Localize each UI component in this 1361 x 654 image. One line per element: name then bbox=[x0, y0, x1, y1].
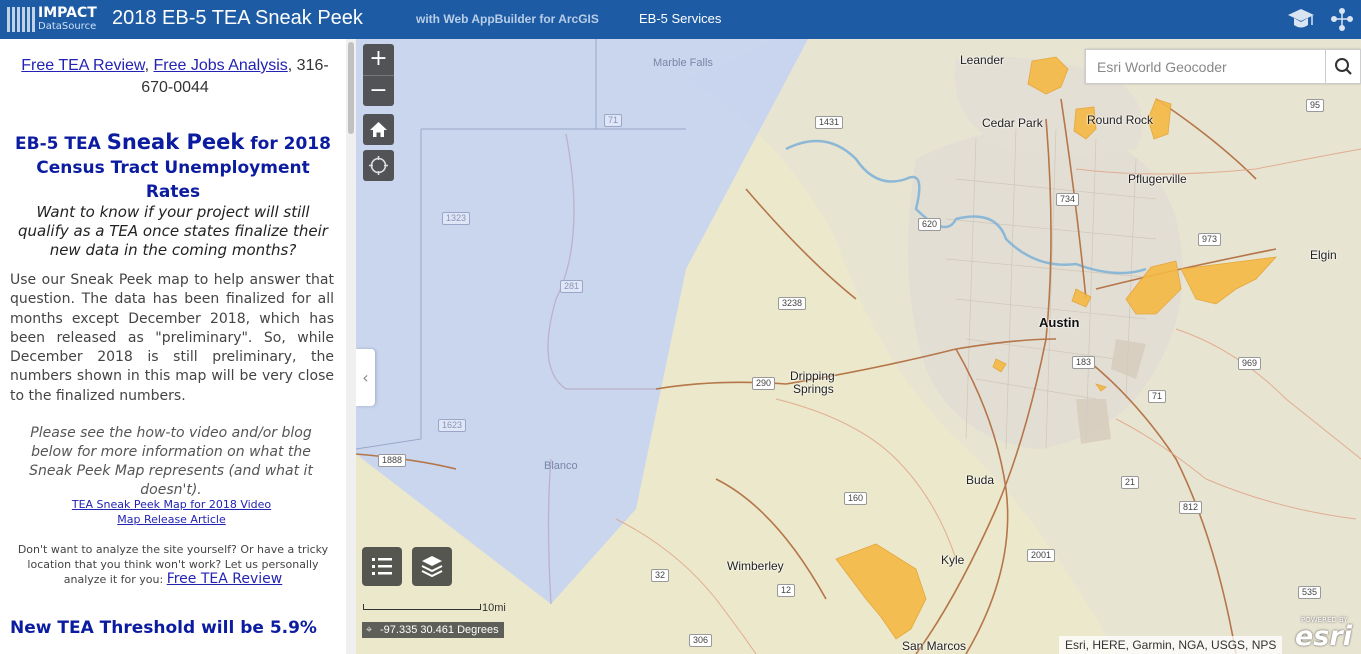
coordinate-text: -97.335 30.461 Degrees bbox=[380, 624, 499, 636]
title-highlight: Sneak Peek bbox=[106, 130, 245, 154]
place-buda: Buda bbox=[966, 473, 995, 487]
free-tea-review-link[interactable]: Free TEA Review bbox=[21, 57, 144, 74]
road-shield-969: 969 bbox=[1238, 357, 1262, 370]
road-shield-812: 812 bbox=[1179, 501, 1203, 514]
scale-bar-label: 10mi bbox=[482, 602, 506, 614]
place-austin: Austin bbox=[1039, 315, 1080, 330]
impact-datasource-logo[interactable]: IMPACT DataSource bbox=[7, 6, 99, 33]
zoom-in-button[interactable]: + bbox=[363, 44, 394, 75]
share-network-icon[interactable] bbox=[1327, 5, 1357, 33]
road-shield-160: 160 bbox=[844, 492, 868, 505]
list-icon bbox=[372, 558, 392, 575]
road-shield-3238: 3238 bbox=[778, 297, 807, 310]
app-title: 2018 EB-5 TEA Sneak Peek bbox=[112, 7, 363, 29]
road-shield-32: 32 bbox=[651, 569, 670, 582]
place-pflugerville: Pflugerville bbox=[1128, 172, 1187, 186]
logo-brand: IMPACT bbox=[38, 5, 97, 21]
link-separator: , bbox=[144, 57, 150, 74]
search-button[interactable] bbox=[1325, 50, 1360, 83]
panel-body-text: Use our Sneak Peek map to help answer th… bbox=[10, 272, 334, 404]
road-shield-306: 306 bbox=[689, 634, 713, 647]
contact-links: Free TEA Review, Free Jobs Analysis, 316… bbox=[20, 55, 330, 99]
place-leander: Leander bbox=[960, 53, 1005, 67]
place-elgin: Elgin bbox=[1310, 248, 1337, 262]
home-icon bbox=[370, 122, 387, 137]
road-shield-281: 281 bbox=[560, 280, 584, 293]
road-shield-95: 95 bbox=[1306, 99, 1325, 112]
place-dripping-springs-2: Springs bbox=[793, 382, 834, 396]
threshold-heading: New TEA Threshold will be 5.9% bbox=[10, 618, 317, 638]
road-shield-21: 21 bbox=[1121, 476, 1140, 489]
scrollbar-thumb[interactable] bbox=[348, 42, 354, 134]
app-header: IMPACT DataSource 2018 EB-5 TEA Sneak Pe… bbox=[0, 0, 1361, 39]
road-shield-183: 183 bbox=[1072, 356, 1096, 369]
home-button[interactable] bbox=[363, 114, 394, 145]
place-dripping-springs-1: Dripping bbox=[790, 369, 835, 383]
search-input[interactable] bbox=[1086, 50, 1326, 83]
eb5-services-link[interactable]: EB-5 Services bbox=[639, 11, 721, 26]
graduation-cap-icon[interactable] bbox=[1286, 5, 1316, 33]
scale-bar: 10mi bbox=[363, 602, 506, 618]
road-shield-734: 734 bbox=[1056, 193, 1080, 206]
resource-links: TEA Sneak Peek Map for 2018 Video Map Re… bbox=[20, 497, 323, 527]
road-shield-535: 535 bbox=[1298, 586, 1322, 599]
road-shield-1431: 1431 bbox=[815, 116, 844, 129]
place-round-rock: Round Rock bbox=[1087, 113, 1154, 127]
locate-button[interactable] bbox=[363, 150, 394, 181]
map-view[interactable]: Marble Falls Leander Cedar Park Round Ro… bbox=[356, 39, 1361, 654]
free-jobs-analysis-link[interactable]: Free Jobs Analysis bbox=[154, 57, 288, 74]
diy-text: Don't want to analyze the site yourself?… bbox=[16, 542, 330, 587]
place-marble-falls: Marble Falls bbox=[653, 57, 713, 69]
place-wimberley: Wimberley bbox=[727, 559, 784, 573]
zoom-out-button[interactable]: − bbox=[363, 75, 394, 106]
video-link[interactable]: TEA Sneak Peek Map for 2018 Video bbox=[20, 497, 323, 512]
road-shield-71-north: 71 bbox=[604, 114, 623, 127]
road-shield-973: 973 bbox=[1198, 233, 1222, 246]
panel-scrollbar[interactable] bbox=[346, 39, 356, 654]
esri-logo[interactable]: POWERED BY esri bbox=[1295, 614, 1355, 652]
road-shield-12: 12 bbox=[777, 584, 796, 597]
road-shield-1888: 1888 bbox=[378, 454, 407, 467]
place-san-marcos: San Marcos bbox=[902, 639, 967, 653]
layer-list-button[interactable] bbox=[412, 547, 452, 586]
map-attribution: Esri, HERE, Garmin, NGA, USGS, NPS bbox=[1059, 636, 1283, 654]
panel-title: EB-5 TEA Sneak Peek for 2018 Census Trac… bbox=[8, 130, 338, 204]
layers-icon bbox=[421, 556, 443, 578]
road-shield-71-east: 71 bbox=[1148, 390, 1167, 403]
place-blanco: Blanco bbox=[544, 460, 578, 472]
about-panel: Free TEA Review, Free Jobs Analysis, 316… bbox=[0, 39, 346, 654]
collapse-panel-button[interactable]: ‹ bbox=[356, 349, 375, 406]
free-tea-review-link-2[interactable]: Free TEA Review bbox=[167, 571, 283, 587]
search-icon bbox=[1335, 58, 1352, 75]
road-shield-620: 620 bbox=[918, 218, 942, 231]
place-cedar-park: Cedar Park bbox=[982, 116, 1043, 130]
logo-grid-icon bbox=[7, 7, 35, 32]
panel-question: Want to know if your project will still … bbox=[18, 203, 328, 259]
crosshair-icon bbox=[369, 156, 388, 175]
legend-button[interactable] bbox=[362, 547, 402, 586]
road-shield-1623: 1623 bbox=[438, 419, 467, 432]
app-subtitle: with Web AppBuilder for ArcGIS bbox=[416, 12, 599, 26]
road-shield-1323: 1323 bbox=[442, 212, 471, 225]
title-prefix: EB-5 TEA bbox=[15, 134, 107, 154]
logo-subtext: DataSource bbox=[38, 21, 97, 32]
coordinate-readout[interactable]: ⌖ -97.335 30.461 Degrees bbox=[362, 622, 504, 638]
geocoder-search bbox=[1085, 49, 1361, 84]
article-link[interactable]: Map Release Article bbox=[20, 512, 323, 527]
road-shield-290: 290 bbox=[752, 377, 776, 390]
scale-bar-line bbox=[363, 604, 481, 610]
basemap bbox=[356, 39, 1361, 654]
esri-wordmark: esri bbox=[1295, 621, 1352, 652]
panel-note: Please see the how-to video and/or blog … bbox=[29, 425, 313, 498]
road-shield-2001: 2001 bbox=[1027, 549, 1056, 562]
place-kyle: Kyle bbox=[941, 553, 965, 567]
coordinate-crosshair-icon: ⌖ bbox=[366, 624, 373, 636]
